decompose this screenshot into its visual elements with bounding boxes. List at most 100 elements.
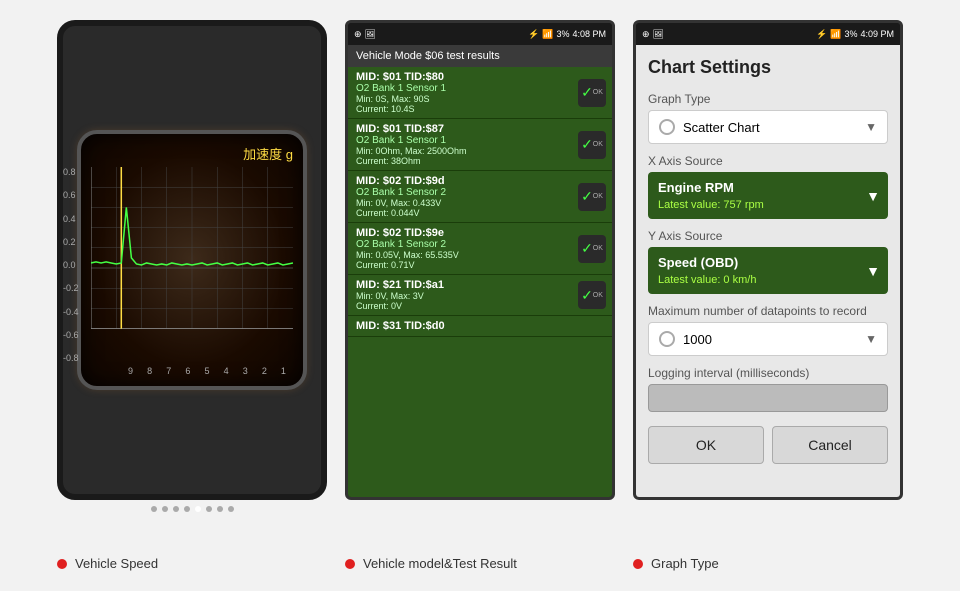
test-results-list: MID: $01 TID:$80 O2 Bank 1 Sensor 1 Min:… — [348, 67, 612, 497]
status-icon-3: ⊕ — [642, 29, 650, 40]
label-text-3: Graph Type — [651, 556, 719, 571]
graph-type-dropdown[interactable]: Scatter Chart ▼ — [648, 110, 888, 144]
y-axis-value: Speed (OBD) — [658, 255, 878, 270]
screen-header-text: Vehicle Mode $06 test results — [356, 50, 500, 62]
chart-widget: 加速度 g 0.80.60.40.20.0-0.2-0.4-0.6-0.8 — [77, 130, 307, 390]
dot-4 — [184, 506, 190, 512]
panel-dots-1 — [151, 506, 234, 512]
result-mid-5: MID: $21 TID:$a1 — [356, 279, 604, 291]
result-item-1: MID: $01 TID:$80 O2 Bank 1 Sensor 1 Min:… — [348, 67, 612, 119]
status-icon-2: ⊕ — [354, 29, 362, 40]
time-display-3: 4:09 PM — [860, 29, 894, 39]
dot-7 — [217, 506, 223, 512]
max-datapoints-radio — [659, 331, 675, 347]
panel-vehicle-speed: 加速度 g 0.80.60.40.20.0-0.2-0.4-0.6-0.8 — [57, 20, 327, 512]
y-axis-label: Y Axis Source — [648, 229, 888, 243]
dot-5-active — [195, 506, 201, 512]
y-axis-arrow: ▼ — [866, 263, 880, 279]
wifi-icon: 📶 — [542, 29, 553, 40]
result-values-1: Min: 0S, Max: 90SCurrent: 10.4S — [356, 94, 604, 114]
label-panel-2: Vehicle model&Test Result — [345, 556, 615, 571]
max-datapoints-label: Maximum number of datapoints to record — [648, 304, 888, 318]
label-dot-3 — [633, 559, 643, 569]
result-mid-2: MID: $01 TID:$87 — [356, 123, 604, 135]
y-axis-labels: 0.80.60.40.20.0-0.2-0.4-0.6-0.8 — [63, 167, 79, 363]
screen-header-2: Vehicle Mode $06 test results — [348, 45, 612, 67]
result-sensor-4: O2 Bank 1 Sensor 2 — [356, 239, 604, 250]
bt-icon-3: ⚡ — [816, 29, 827, 40]
x-axis-labels: 987654321 — [91, 366, 293, 376]
y-axis-section: Y Axis Source Speed (OBD) Latest value: … — [648, 229, 888, 294]
phone-frame-2: ⊕ 🖼 ⚡ 📶 3% 4:08 PM Vehicle Mode $06 test… — [345, 20, 615, 500]
result-item-5: MID: $21 TID:$a1 Min: 0V, Max: 3VCurrent… — [348, 275, 612, 316]
result-item-2: MID: $01 TID:$87 O2 Bank 1 Sensor 1 Min:… — [348, 119, 612, 171]
label-dot-2 — [345, 559, 355, 569]
dot-1 — [151, 506, 157, 512]
graph-type-section: Graph Type Scatter Chart ▼ — [648, 92, 888, 144]
x-axis-sub: Latest value: 757 rpm — [658, 199, 878, 211]
max-datapoints-section: Maximum number of datapoints to record 1… — [648, 304, 888, 356]
result-item-3: MID: $02 TID:$9d O2 Bank 1 Sensor 2 Min:… — [348, 171, 612, 223]
graph-type-radio — [659, 119, 675, 135]
battery-pct: 3% — [556, 29, 569, 39]
result-sensor-3: O2 Bank 1 Sensor 2 — [356, 187, 604, 198]
status-bar-2: ⊕ 🖼 ⚡ 📶 3% 4:08 PM — [348, 23, 612, 45]
result-values-2: Min: 0Ohm, Max: 2500OhmCurrent: 38Ohm — [356, 146, 604, 166]
y-axis-dropdown[interactable]: Speed (OBD) Latest value: 0 km/h ▼ — [648, 247, 888, 294]
status-img-3: 🖼 — [653, 29, 664, 40]
ok-badge-3: ✓OK — [578, 183, 606, 211]
battery-pct-3: 3% — [844, 29, 857, 39]
result-values-5: Min: 0V, Max: 3VCurrent: 0V — [356, 291, 604, 311]
result-item-4: MID: $02 TID:$9e O2 Bank 1 Sensor 2 Min:… — [348, 223, 612, 275]
logging-interval-label: Logging interval (milliseconds) — [648, 366, 888, 380]
ok-button[interactable]: OK — [648, 426, 764, 464]
label-panel-3: Graph Type — [633, 556, 903, 571]
result-mid-4: MID: $02 TID:$9e — [356, 227, 604, 239]
status-bar-3: ⊕ 🖼 ⚡ 📶 3% 4:09 PM — [636, 23, 900, 45]
ok-badge-4: ✓OK — [578, 235, 606, 263]
settings-title: Chart Settings — [648, 57, 888, 78]
label-text-2: Vehicle model&Test Result — [363, 556, 517, 571]
logging-interval-input[interactable] — [648, 384, 888, 412]
result-sensor-2: O2 Bank 1 Sensor 1 — [356, 135, 604, 146]
ok-badge-2: ✓OK — [578, 131, 606, 159]
result-sensor-1: O2 Bank 1 Sensor 1 — [356, 83, 604, 94]
phone-frame-1: 加速度 g 0.80.60.40.20.0-0.2-0.4-0.6-0.8 — [57, 20, 327, 500]
label-panel-1: Vehicle Speed — [57, 556, 327, 571]
result-values-3: Min: 0V, Max: 0.433VCurrent: 0.044V — [356, 198, 604, 218]
settings-buttons: OK Cancel — [648, 426, 888, 464]
cancel-button[interactable]: Cancel — [772, 426, 888, 464]
label-dot-1 — [57, 559, 67, 569]
dot-8 — [228, 506, 234, 512]
x-axis-value: Engine RPM — [658, 180, 878, 195]
phone-frame-3: ⊕ 🖼 ⚡ 📶 3% 4:09 PM Chart Settings — [633, 20, 903, 500]
x-axis-label: X Axis Source — [648, 154, 888, 168]
graph-type-label: Graph Type — [648, 92, 888, 106]
dot-2 — [162, 506, 168, 512]
bt-icon: ⚡ — [528, 29, 539, 40]
status-img-2: 🖼 — [365, 29, 376, 40]
settings-screen: Chart Settings Graph Type Scatter Chart … — [636, 45, 900, 497]
x-axis-arrow: ▼ — [866, 188, 880, 204]
max-datapoints-dropdown[interactable]: 1000 ▼ — [648, 322, 888, 356]
time-display-2: 4:08 PM — [572, 29, 606, 39]
y-axis-sub: Latest value: 0 km/h — [658, 274, 878, 286]
chart-title: 加速度 g — [91, 144, 293, 163]
dot-3 — [173, 506, 179, 512]
wifi-icon-3: 📶 — [830, 29, 841, 40]
result-mid-6: MID: $31 TID:$d0 — [356, 320, 604, 332]
x-axis-section: X Axis Source Engine RPM Latest value: 7… — [648, 154, 888, 219]
ok-badge-5: ✓OK — [578, 281, 606, 309]
result-item-6: MID: $31 TID:$d0 — [348, 316, 612, 337]
max-datapoints-arrow: ▼ — [865, 332, 877, 346]
graph-type-value: Scatter Chart — [683, 120, 760, 135]
ok-badge-1: ✓OK — [578, 79, 606, 107]
panel-test-results: ⊕ 🖼 ⚡ 📶 3% 4:08 PM Vehicle Mode $06 test… — [345, 20, 615, 500]
x-axis-dropdown[interactable]: Engine RPM Latest value: 757 rpm ▼ — [648, 172, 888, 219]
graph-type-arrow: ▼ — [865, 120, 877, 134]
panel-chart-settings: ⊕ 🖼 ⚡ 📶 3% 4:09 PM Chart Settings — [633, 20, 903, 500]
max-datapoints-value: 1000 — [683, 332, 712, 347]
result-mid-1: MID: $01 TID:$80 — [356, 71, 604, 83]
labels-section: Vehicle Speed Vehicle model&Test Result … — [0, 556, 960, 571]
chart-svg — [91, 167, 293, 329]
